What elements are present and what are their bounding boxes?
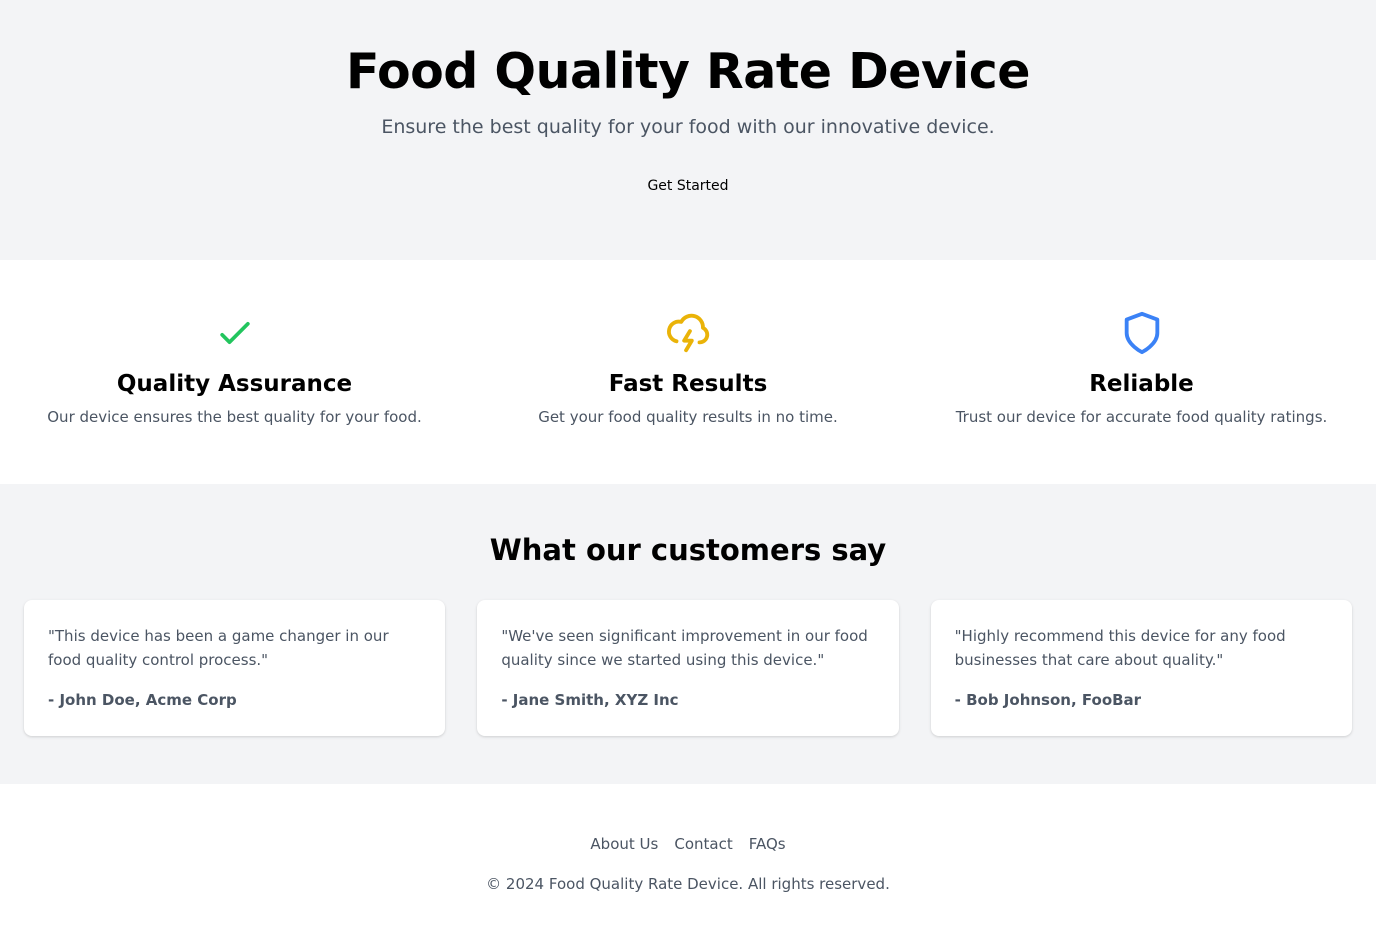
testimonial-quote: "This device has been a game changer in … <box>48 627 389 669</box>
feature-reliable: Reliable Trust our device for accurate f… <box>931 310 1352 484</box>
feature-fast-results: Fast Results Get your food quality resul… <box>478 310 899 484</box>
testimonial-quote: "Highly recommend this device for any fo… <box>954 627 1286 669</box>
feature-title: Reliable <box>1089 371 1194 397</box>
shield-icon <box>931 310 1352 356</box>
testimonial-card: "We've seen significant improvement in o… <box>477 600 899 736</box>
page-title: Food Quality Rate Device <box>345 43 1031 100</box>
testimonial-cards: "This device has been a game changer in … <box>0 600 1376 736</box>
cloud-lightning-icon <box>478 310 899 356</box>
footer-nav: About Us Contact FAQs <box>0 832 1376 856</box>
features-section: Quality Assurance Our device ensures the… <box>0 260 1376 484</box>
testimonial-quote: "We've seen significant improvement in o… <box>501 627 868 669</box>
get-started-button[interactable]: Get Started <box>647 178 728 194</box>
footer: About Us Contact FAQs © 2024 Food Qualit… <box>0 784 1376 944</box>
feature-quality-assurance: Quality Assurance Our device ensures the… <box>24 310 445 484</box>
check-icon <box>24 310 445 356</box>
feature-description: Get your food quality results in no time… <box>538 408 838 426</box>
feature-title: Fast Results <box>608 371 768 397</box>
hero-subtitle: Ensure the best quality for your food wi… <box>381 116 995 138</box>
footer-link-about-us[interactable]: About Us <box>590 832 658 856</box>
copyright-text: © 2024 Food Quality Rate Device. All rig… <box>486 875 890 893</box>
footer-link-contact[interactable]: Contact <box>674 832 732 856</box>
feature-description: Our device ensures the best quality for … <box>47 408 422 426</box>
feature-description: Trust our device for accurate food quali… <box>955 408 1328 426</box>
testimonial-card: "This device has been a game changer in … <box>24 600 446 736</box>
testimonial-author: - Jane Smith, XYZ Inc <box>501 691 679 709</box>
feature-title: Quality Assurance <box>116 371 353 397</box>
hero-section: Food Quality Rate Device Ensure the best… <box>0 0 1376 260</box>
testimonials-heading: What our customers say <box>489 533 887 567</box>
testimonial-author: - John Doe, Acme Corp <box>48 691 237 709</box>
testimonials-section: What our customers say "This device has … <box>0 484 1376 784</box>
testimonial-author: - Bob Johnson, FooBar <box>954 691 1142 709</box>
testimonial-card: "Highly recommend this device for any fo… <box>930 600 1352 736</box>
footer-link-faqs[interactable]: FAQs <box>749 832 786 856</box>
